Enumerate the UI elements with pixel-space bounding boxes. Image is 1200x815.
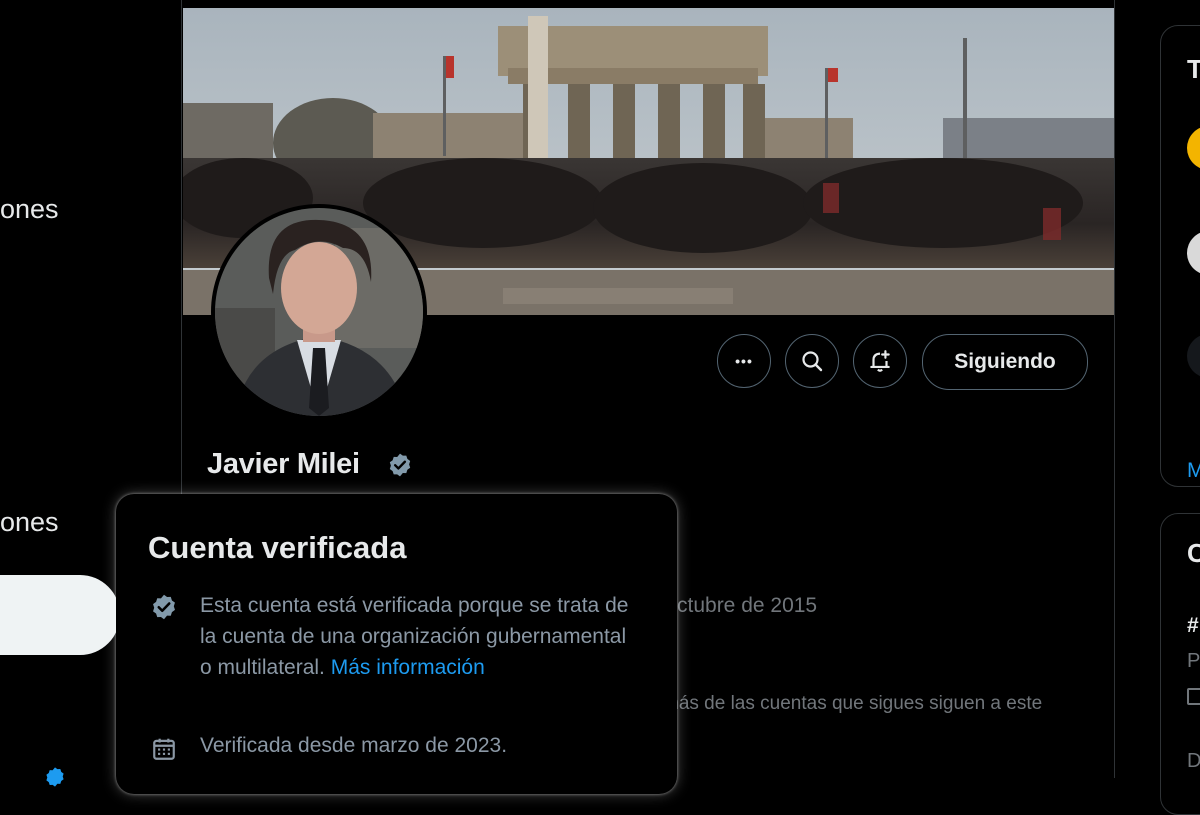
bell-plus-icon: [870, 350, 890, 372]
following-button[interactable]: Siguiendo: [922, 334, 1088, 390]
avatar[interactable]: [1187, 126, 1200, 170]
verified-account-tooltip: Cuenta verificada Esta cuenta está verif…: [116, 494, 677, 794]
calendar-icon: [153, 738, 175, 760]
search-icon: [802, 351, 823, 372]
nav-item-label[interactable]: ones: [0, 194, 59, 225]
search-profile-button[interactable]: [785, 334, 839, 388]
tooltip-title: Cuenta verificada: [148, 530, 407, 565]
card-title: T: [1187, 54, 1200, 84]
more-icon: •••: [735, 353, 753, 369]
learn-more-link[interactable]: Más información: [331, 656, 485, 679]
avatar[interactable]: [1187, 334, 1200, 378]
right-sidebar: T M C # P D: [1160, 0, 1200, 815]
joined-date: ctubre de 2015: [677, 594, 818, 617]
verified-since: Verificada desde marzo de 2023.: [200, 734, 508, 757]
avatar[interactable]: [1187, 231, 1200, 275]
image-icon: [1187, 688, 1200, 705]
verified-badge-icon[interactable]: [387, 452, 413, 478]
notifications-button[interactable]: [853, 334, 907, 388]
followers-you-know[interactable]: más de las cuentas que sigues siguen a e…: [663, 693, 1042, 715]
nav-post-button[interactable]: [0, 575, 120, 655]
avatar-photo: [215, 208, 423, 416]
profile-name: Javier Milei: [207, 448, 360, 480]
profile-avatar[interactable]: [211, 204, 427, 420]
more-options-button[interactable]: •••: [717, 334, 771, 388]
nav-item-label[interactable]: ones: [0, 507, 59, 538]
trend-meta: D: [1187, 750, 1200, 772]
sidebar-card: T M: [1160, 25, 1200, 487]
tooltip-description: Esta cuenta está verificada porque se tr…: [200, 590, 640, 683]
verified-badge-icon: [153, 594, 175, 620]
card-title: C: [1187, 538, 1200, 568]
sidebar-card: C # P D: [1160, 513, 1200, 815]
show-more-link[interactable]: M: [1187, 459, 1200, 483]
verified-icon: [46, 767, 64, 787]
trend-meta: P: [1187, 650, 1200, 672]
trend-hashtag[interactable]: #: [1187, 614, 1199, 638]
